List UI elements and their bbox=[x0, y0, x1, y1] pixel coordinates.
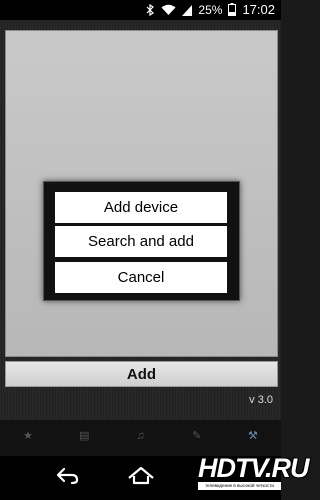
tab-list[interactable]: ▤ bbox=[56, 420, 112, 456]
back-icon[interactable] bbox=[52, 464, 80, 491]
add-button[interactable]: Add bbox=[5, 361, 278, 387]
add-options-dialog: Add device Search and add Cancel bbox=[43, 181, 240, 301]
wifi-icon bbox=[161, 4, 176, 16]
status-bar: 25% 17:02 bbox=[0, 0, 281, 20]
tab-bar: ★ ▤ ♫ ✎ ⚒ bbox=[0, 420, 281, 456]
tab-favorites[interactable]: ★ bbox=[0, 420, 56, 456]
music-icon: ♫ bbox=[136, 430, 145, 442]
tab-music[interactable]: ♫ bbox=[112, 420, 168, 456]
settings-icon: ⚒ bbox=[247, 430, 258, 442]
watermark-brand: HDTV.RU bbox=[198, 453, 310, 483]
search-and-add-button[interactable]: Search and add bbox=[55, 226, 227, 257]
watermark-logo: HDTV.RU телевидение в высокой четкости bbox=[198, 452, 310, 496]
star-icon: ★ bbox=[23, 430, 34, 442]
cancel-button[interactable]: Cancel bbox=[55, 262, 227, 293]
battery-icon bbox=[228, 3, 237, 16]
clock: 17:02 bbox=[242, 2, 275, 17]
signal-icon bbox=[182, 4, 193, 16]
list-icon: ▤ bbox=[79, 430, 90, 442]
home-icon[interactable] bbox=[126, 464, 156, 491]
bluetooth-icon bbox=[146, 3, 155, 16]
add-device-button[interactable]: Add device bbox=[55, 192, 227, 223]
tab-settings[interactable]: ⚒ bbox=[225, 420, 281, 456]
battery-percent: 25% bbox=[198, 2, 223, 17]
version-label: v 3.0 bbox=[249, 394, 273, 406]
watermark-tagline: телевидение в высокой четкости bbox=[198, 482, 281, 490]
pencil-icon: ✎ bbox=[192, 430, 202, 442]
tab-edit[interactable]: ✎ bbox=[169, 420, 225, 456]
